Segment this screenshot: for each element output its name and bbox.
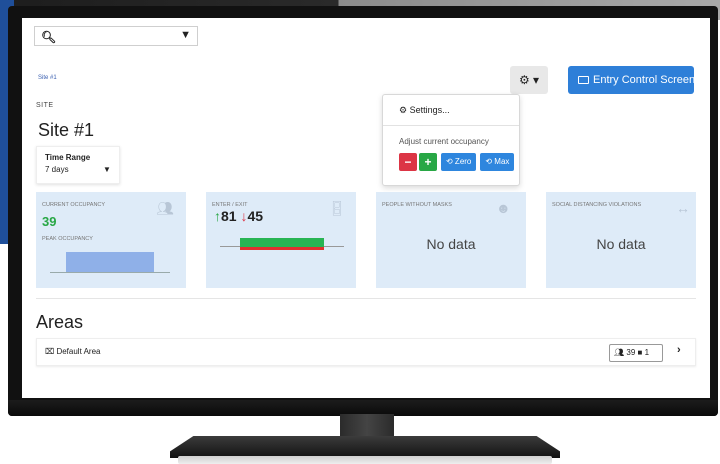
zero-occupancy-button[interactable]: ⟲ Zero xyxy=(441,153,477,171)
search-select[interactable]: 🔍︎ ▼ xyxy=(34,26,198,46)
area-name-label: Default Area xyxy=(56,347,101,356)
arrow-up-icon: ↑ xyxy=(214,208,221,224)
no-data-text: No data xyxy=(596,236,646,252)
card-label: CURRENT OCCUPANCY xyxy=(42,202,106,208)
decrement-occupancy-button[interactable]: − xyxy=(399,153,417,171)
monitor-stand-shine xyxy=(178,456,552,464)
time-range-label: Time Range xyxy=(45,153,91,162)
door-icon: 🚪︎ xyxy=(328,200,346,216)
occupancy-adjust-buttons: − + ⟲ Zero ⟲ Max xyxy=(399,153,515,171)
gear-icon: ⚙ xyxy=(399,105,410,115)
area-camera-count: 1 xyxy=(644,348,650,357)
peak-occupancy-bar xyxy=(66,252,154,272)
area-people-count: 39 xyxy=(626,348,636,357)
enter-exit-card: ENTER / EXIT 🚪︎ ↑81 ↓45 xyxy=(206,192,356,288)
max-occupancy-button[interactable]: ⟲ Max xyxy=(480,153,515,171)
menu-divider xyxy=(383,125,519,126)
page-title: Site #1 xyxy=(38,120,95,140)
camera-icon: ■ xyxy=(637,348,643,357)
monitor-scene: 🔍︎ ▼ Site #1 ⚙ ▾ Entry Control Screen ⚙ … xyxy=(0,0,720,464)
monitor-icon xyxy=(578,76,589,84)
chevron-down-icon: ▼ xyxy=(180,29,191,41)
settings-label: Settings... xyxy=(409,105,450,115)
card-label: SOCIAL DISTANCING VIOLATIONS xyxy=(552,202,642,208)
mask-icon: ☻ xyxy=(496,200,511,216)
areas-heading: Areas xyxy=(36,312,84,332)
entry-control-screen-button[interactable]: Entry Control Screen xyxy=(568,66,696,94)
peak-occupancy-label: PEAK OCCUPANCY xyxy=(42,236,93,242)
adjust-occupancy-label: Adjust current occupancy xyxy=(399,137,489,146)
chevron-down-icon: ▼ xyxy=(103,165,111,174)
current-occupancy-card: CURRENT OCCUPANCY 👥︎ 39 PEAK OCCUPANCY xyxy=(36,192,186,288)
settings-dropdown-menu: ⚙ Settings... Adjust current occupancy −… xyxy=(382,94,520,186)
search-icon: 🔍︎ xyxy=(41,30,57,44)
time-range-select[interactable]: Time Range 7 days ▼ xyxy=(36,146,120,184)
exit-bar xyxy=(240,247,324,250)
increment-occupancy-button[interactable]: + xyxy=(419,153,437,171)
no-data-text: No data xyxy=(426,236,476,252)
chevron-right-icon[interactable]: › xyxy=(677,344,681,356)
social-distancing-card: SOCIAL DISTANCING VIOLATIONS ↔ No data xyxy=(546,192,696,288)
users-icon: 👥︎ xyxy=(614,348,625,357)
time-range-value: 7 days xyxy=(45,165,69,174)
enter-bar xyxy=(240,238,324,247)
card-label: PEOPLE WITHOUT MASKS xyxy=(382,202,452,208)
settings-menu-item[interactable]: ⚙ Settings... xyxy=(399,105,450,116)
area-row[interactable]: ⌧ Default Area 👥︎ 39 ■ 1 › xyxy=(36,338,696,366)
enter-count: 81 xyxy=(221,208,237,224)
entry-control-label: Entry Control Screen xyxy=(593,74,696,86)
distancing-icon: ↔ xyxy=(676,200,690,216)
section-label: SITE xyxy=(36,102,54,109)
section-divider xyxy=(36,298,696,299)
occupancy-value: 39 xyxy=(42,214,57,229)
exit-count: 45 xyxy=(247,208,264,224)
area-stats-badge: 👥︎ 39 ■ 1 xyxy=(609,344,663,362)
users-icon: 👥︎ xyxy=(156,200,174,216)
settings-menu-button[interactable]: ⚙ ▾ xyxy=(510,66,548,94)
peak-occupancy-axis xyxy=(50,272,170,273)
breadcrumb-site-link[interactable]: Site #1 xyxy=(38,75,57,81)
app-screen: 🔍︎ ▼ Site #1 ⚙ ▾ Entry Control Screen ⚙ … xyxy=(22,18,710,398)
area-name: ⌧ Default Area xyxy=(45,347,100,356)
monitor-stand-base xyxy=(170,436,560,458)
people-without-masks-card: PEOPLE WITHOUT MASKS ☻ No data xyxy=(376,192,526,288)
enter-exit-counts: ↑81 ↓45 xyxy=(214,208,263,224)
area-icon: ⌧ xyxy=(45,347,57,356)
